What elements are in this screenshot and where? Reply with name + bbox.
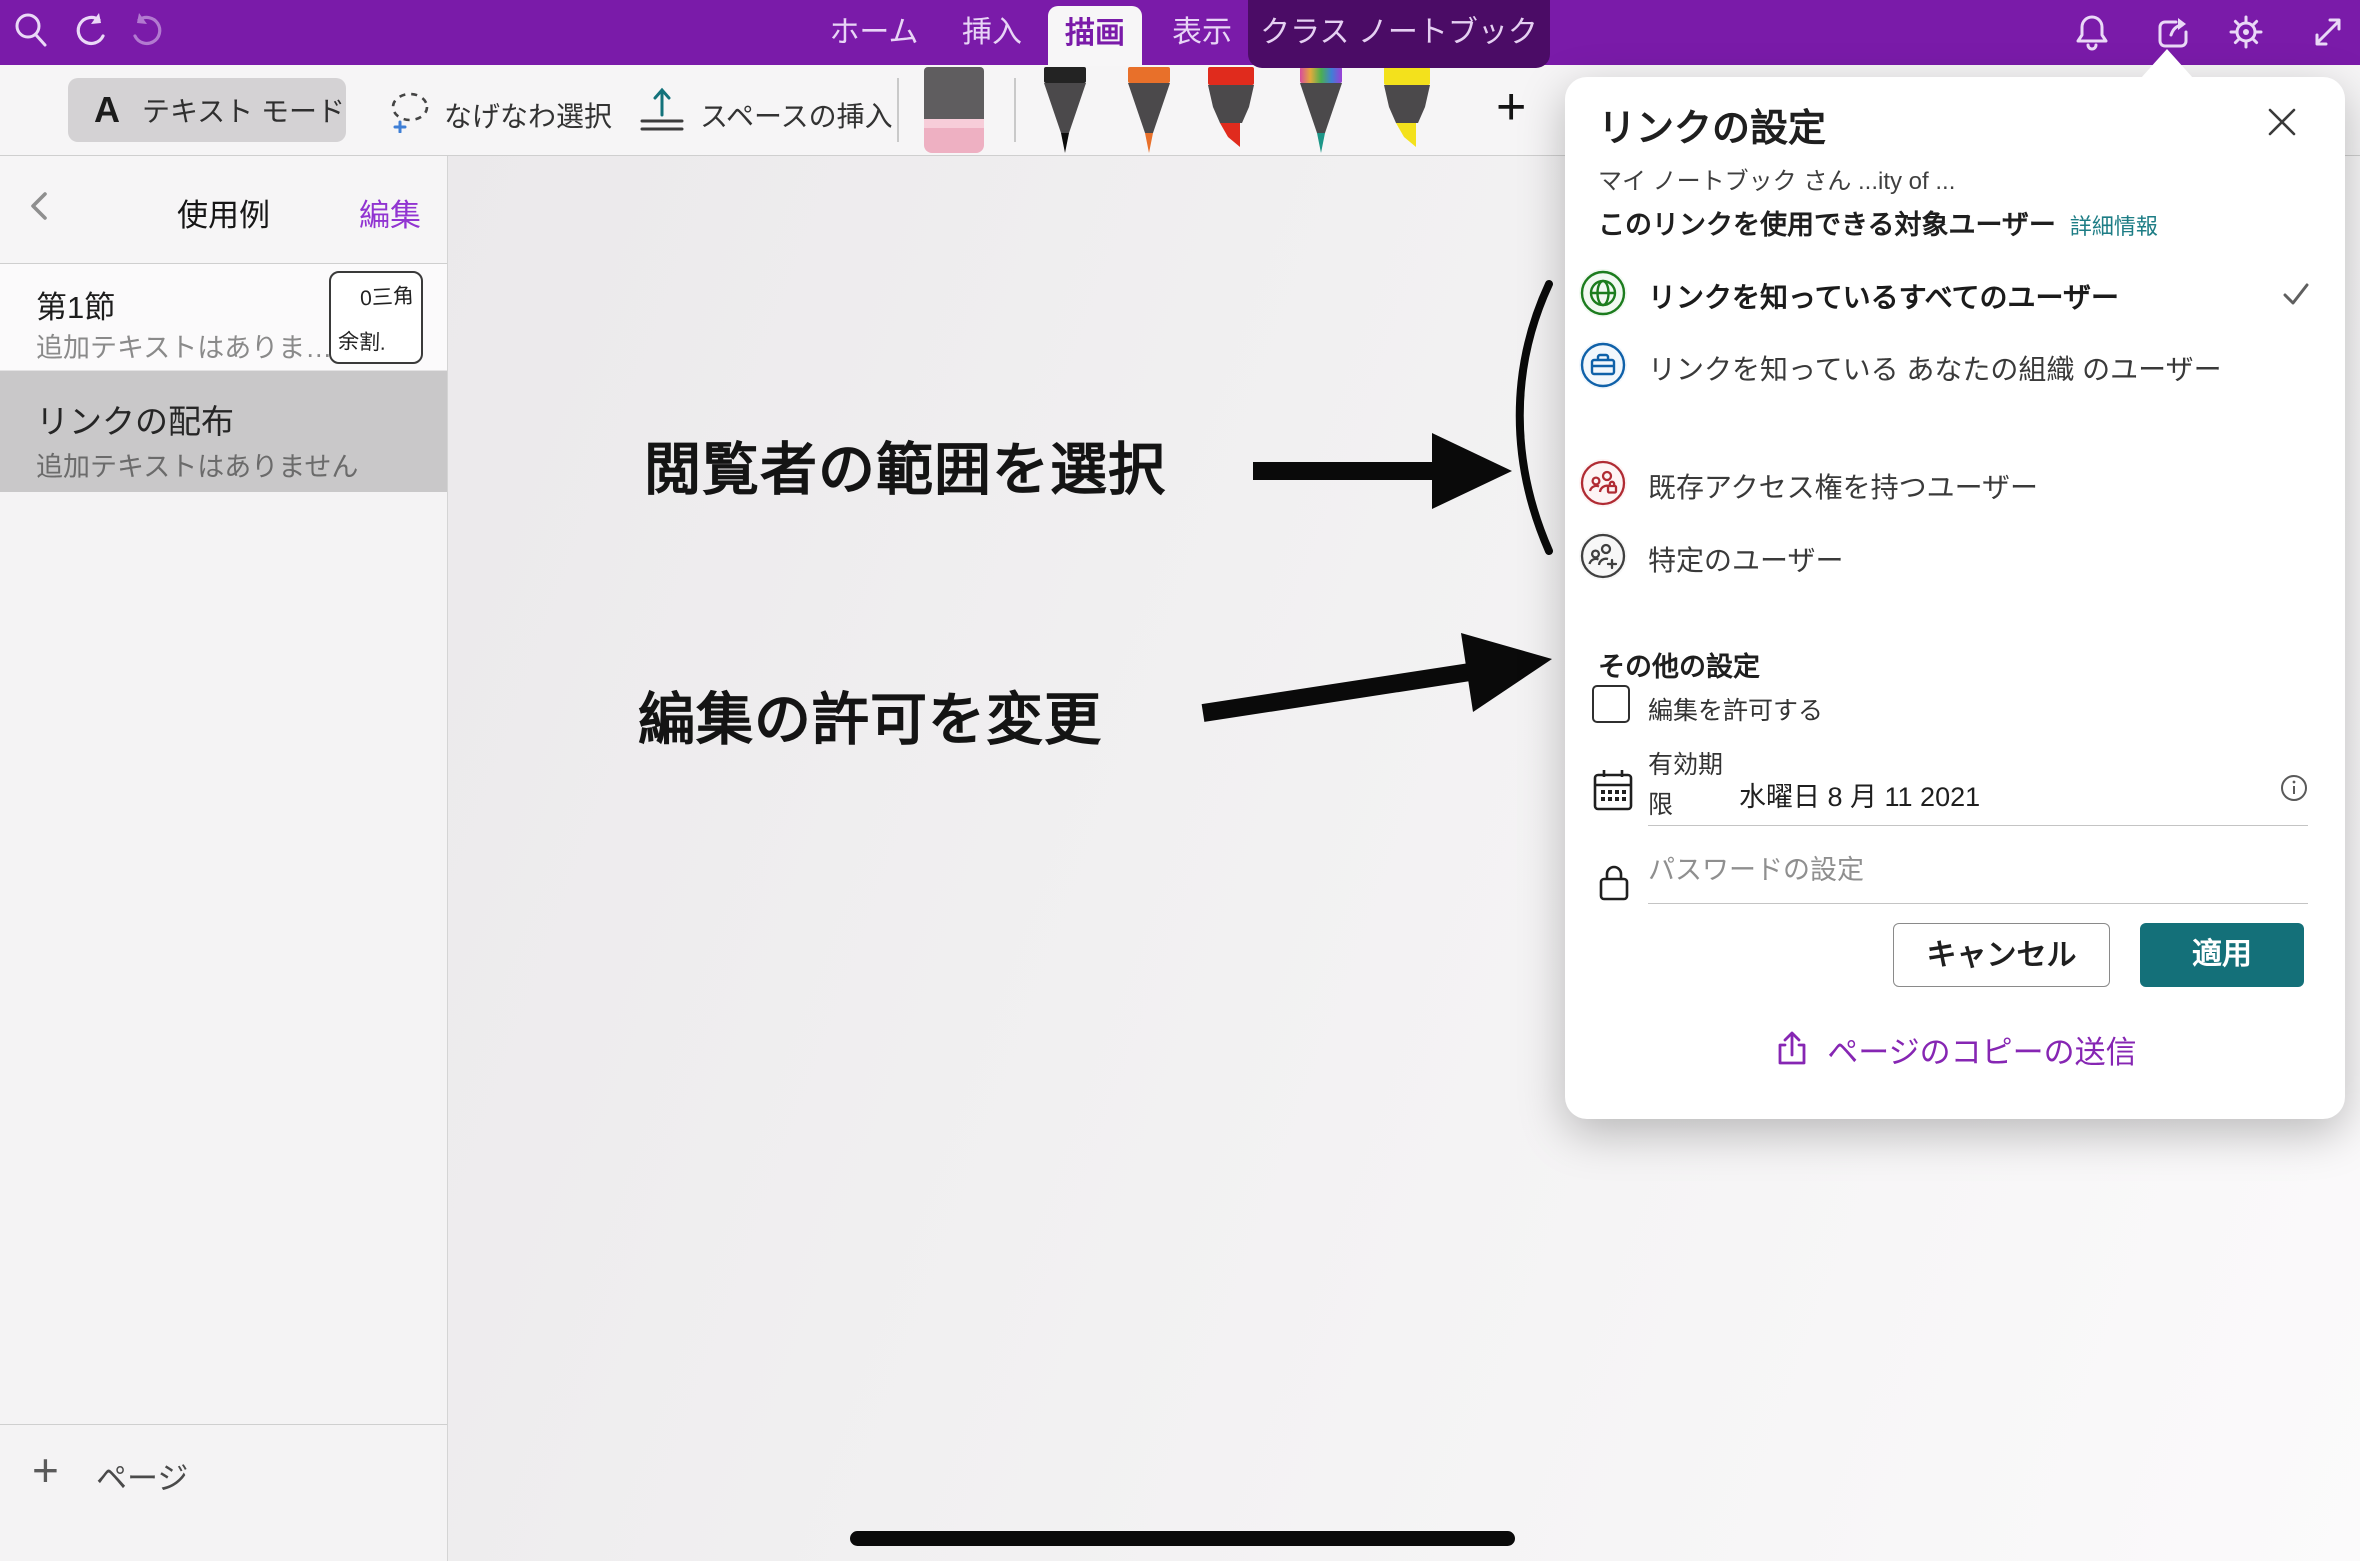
option-people-in-org[interactable]: リンクを知っている あなたの組織 のユーザー	[1565, 341, 2345, 445]
calendar-icon	[1591, 767, 1635, 813]
add-page-button[interactable]: + ページ	[0, 1440, 447, 1500]
rainbow-pen-tool[interactable]	[1292, 67, 1350, 155]
insert-space-icon[interactable]	[638, 87, 686, 135]
lasso-select-label[interactable]: なげなわ選択	[444, 95, 612, 135]
audience-heading: このリンクを使用できる対象ユーザー詳細情報	[1598, 203, 2158, 242]
share-icon[interactable]	[2148, 10, 2192, 54]
password-input[interactable]	[1648, 855, 2308, 886]
gear-icon[interactable]	[2224, 10, 2268, 54]
allow-editing-row[interactable]: 編集を許可する	[1565, 683, 2345, 731]
send-copy-label: ページのコピーの送信	[1827, 1027, 2136, 1072]
check-icon	[2281, 279, 2311, 309]
option-specific-people[interactable]: 特定のユーザー	[1565, 532, 2345, 588]
toolbar-divider	[897, 78, 899, 142]
page-list-item-selected[interactable]: リンクの配布 追加テキストはありません	[0, 371, 447, 492]
people-add-icon	[1579, 532, 1627, 580]
send-page-copy-link[interactable]: ページのコピーの送信	[1565, 1021, 2345, 1077]
page-title: リンクの配布	[36, 395, 234, 443]
other-settings-heading: その他の設定	[1598, 645, 1760, 684]
expiration-label: 有効期限	[1648, 745, 1744, 825]
text-mode-a-icon: A	[94, 89, 120, 131]
expiration-date-row[interactable]: 有効期限 水曜日 8 月 11 2021	[1565, 745, 2345, 835]
page-list-item[interactable]: 第1節 追加テキストはありま… 0三角 余割.	[0, 264, 447, 371]
apply-button[interactable]: 適用	[2140, 923, 2304, 987]
link-settings-dialog: リンクの設定 マイ ノートブック さん ...ity of ... このリンクを…	[1565, 77, 2345, 1119]
thumbnail-handwriting: 0三角	[360, 280, 415, 313]
people-lock-icon	[1579, 459, 1627, 507]
close-icon[interactable]	[2263, 103, 2301, 141]
edit-pages-button[interactable]: 編集	[359, 190, 421, 235]
cancel-button[interactable]: キャンセル	[1893, 923, 2110, 987]
expand-icon[interactable]	[2306, 10, 2350, 54]
page-subtitle: 追加テキストはありま…	[36, 326, 332, 365]
bell-icon[interactable]	[2070, 10, 2114, 54]
option-label: 既存アクセス権を持つユーザー	[1648, 465, 2248, 511]
password-row	[1565, 849, 2345, 909]
redo-icon[interactable]	[126, 10, 170, 54]
allow-editing-label: 編集を許可する	[1648, 691, 1823, 727]
dialog-callout-arrow	[2141, 49, 2193, 78]
expiration-value[interactable]: 水曜日 8 月 11 2021	[1739, 775, 1980, 814]
eraser-top	[924, 67, 984, 119]
yellow-highlighter-tool[interactable]	[1378, 67, 1436, 155]
text-mode-button[interactable]: A テキスト モード	[68, 78, 346, 142]
black-pen-tool[interactable]	[1036, 67, 1094, 155]
audience-heading-text: このリンクを使用できる対象ユーザー	[1598, 210, 2056, 240]
text-mode-label: テキスト モード	[142, 90, 345, 130]
option-anyone-with-link[interactable]: リンクを知っているすべてのユーザー	[1565, 269, 2345, 325]
search-icon[interactable]	[10, 10, 54, 54]
page-subtitle: 追加テキストはありません	[36, 445, 358, 484]
allow-editing-checkbox[interactable]	[1592, 685, 1630, 723]
lasso-select-icon[interactable]	[388, 89, 432, 133]
dialog-title: リンクの設定	[1598, 97, 1826, 152]
option-label: 特定のユーザー	[1648, 538, 2248, 584]
add-pen-button[interactable]: +	[1496, 81, 1526, 133]
briefcase-icon	[1579, 341, 1627, 389]
details-link[interactable]: 詳細情報	[2070, 214, 2158, 239]
thumbnail-handwriting: 余割.	[337, 325, 386, 357]
sidebar-footer-divider	[0, 1424, 447, 1425]
page-list-panel: 使用例 編集 第1節 追加テキストはありま… 0三角 余割. リンクの配布 追加…	[0, 156, 448, 1561]
top-app-bar: ホーム 挿入 描画 表示 クラス ノートブック	[0, 0, 2360, 65]
eraser-body	[924, 119, 984, 153]
eraser-tool[interactable]	[924, 67, 984, 153]
tab-class-notebook[interactable]: クラス ノートブック	[1248, 0, 1550, 68]
field-underline	[1648, 825, 2308, 826]
page-title: 第1節	[36, 282, 115, 327]
orange-pen-tool[interactable]	[1120, 67, 1178, 155]
page-list-header: 使用例 編集	[0, 156, 447, 264]
option-existing-access[interactable]: 既存アクセス権を持つユーザー	[1565, 459, 2345, 515]
annotation-select-viewer-scope: 閲覧者の範囲を選択	[644, 424, 1166, 506]
field-underline	[1648, 903, 2308, 904]
option-label: リンクを知っているすべてのユーザー	[1648, 275, 2248, 321]
undo-icon[interactable]	[68, 10, 112, 54]
insert-space-label[interactable]: スペースの挿入	[700, 95, 893, 135]
toolbar-divider	[1014, 78, 1016, 142]
info-icon[interactable]	[2279, 773, 2309, 803]
send-copy-icon	[1773, 1029, 1813, 1069]
globe-icon	[1579, 269, 1627, 317]
plus-icon: +	[32, 1440, 59, 1500]
tab-draw[interactable]: 描画	[1048, 6, 1142, 66]
red-highlighter-tool[interactable]	[1202, 67, 1260, 155]
notebook-context: マイ ノートブック さん ...ity of ...	[1598, 161, 1955, 196]
option-label: リンクを知っている あなたの組織 のユーザー	[1648, 347, 2248, 393]
tab-home[interactable]: ホーム	[822, 0, 926, 65]
lock-icon	[1595, 861, 1633, 903]
page-thumbnail: 0三角 余割.	[329, 271, 423, 364]
tab-insert[interactable]: 挿入	[946, 0, 1038, 65]
tab-view[interactable]: 表示	[1156, 0, 1248, 65]
annotation-change-edit-permission: 編集の許可を変更	[638, 674, 1102, 756]
add-page-label: ページ	[96, 1453, 188, 1498]
